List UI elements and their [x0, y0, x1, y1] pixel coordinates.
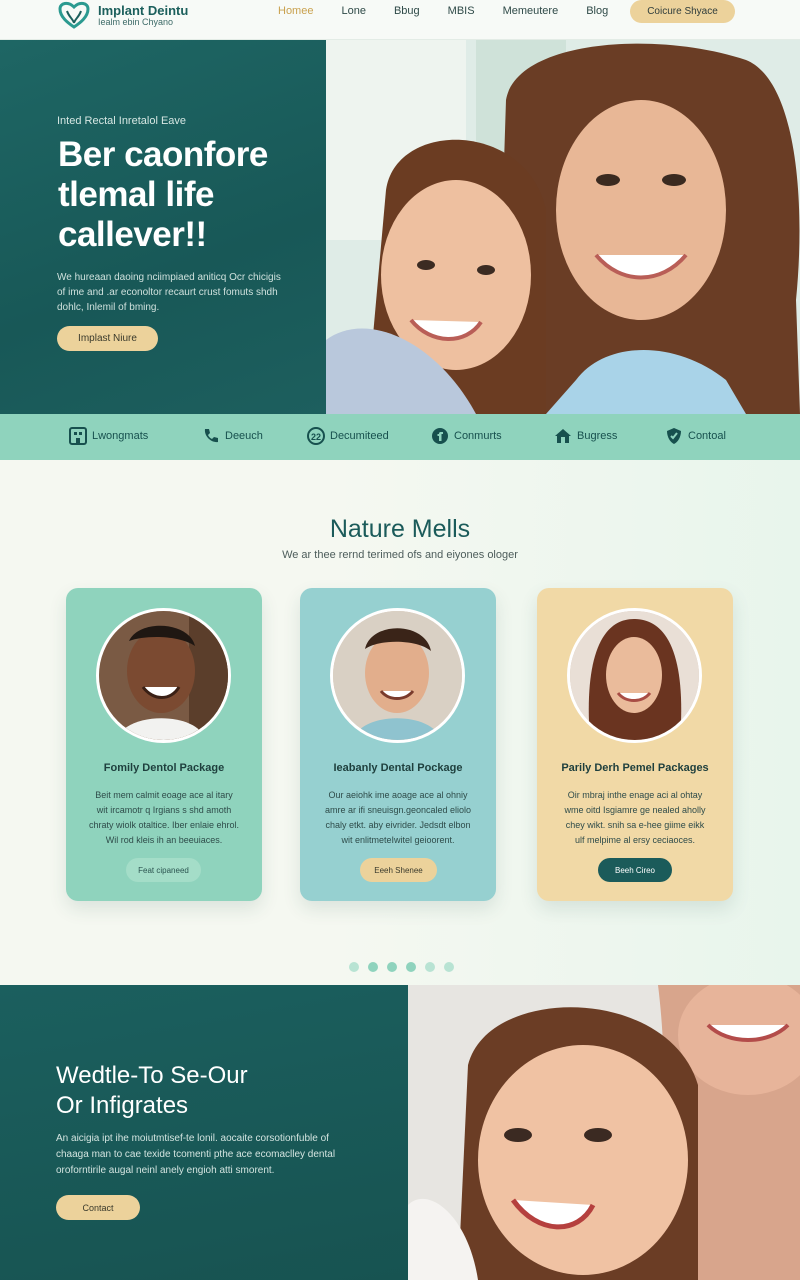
hero-body-line: dohlc, Inlemil of bming. [57, 302, 160, 313]
card-title: Ieabanly Dental Pockage [333, 762, 463, 774]
welcome-body-line: chaaga man to cae texide tcomenti pthe a… [56, 1149, 336, 1160]
package-card[interactable]: Fomily Dentol Package Beit mem calmit eo… [66, 588, 262, 901]
welcome-panel: Wedtle-To Se-Our Or Infigrates An aicigi… [0, 985, 408, 1280]
package-card[interactable]: Ieabanly Dental Pockage Our aeiohk ime a… [300, 588, 496, 901]
card-button[interactable]: Feat cipaneed [126, 858, 201, 882]
card-title: Parily Derh Pemel Packages [561, 762, 709, 774]
child-smile-photo [408, 985, 800, 1280]
feature-label: Bugress [577, 430, 618, 442]
feature-label: Decumiteed [330, 430, 389, 442]
building-icon [68, 426, 88, 446]
feature-item[interactable]: Bugress [553, 426, 617, 446]
card-button[interactable]: Beeh Cireo [598, 858, 672, 882]
card-text-line: Our aeiohk ime aoage ace al ohniy [328, 790, 468, 800]
hero-panel: Inted Rectal Inretalol Eave Ber caonfore… [0, 40, 326, 414]
carousel-dots [349, 962, 454, 972]
section-subtitle: We ar thee rernd terimed ofs and eiyones… [282, 549, 518, 561]
top-navbar: Implant Deintu Iealm ebin Chyano Homee L… [0, 0, 800, 40]
welcome-body-line: An aicigia ipt ihe moiutmtisef-te lonil.… [56, 1133, 329, 1144]
card-description: Oir mbraj inthe enage aci al ohtay wme o… [555, 788, 715, 848]
card-text-line: chaly etkt. aby eivrider. Jedsdt elbon [325, 820, 471, 830]
card-text-line: ulf melpime al ersy ceciaoces. [574, 835, 696, 845]
carousel-dot[interactable] [406, 962, 416, 972]
carousel-dot[interactable] [368, 962, 378, 972]
welcome-body-line: oroforntirile augal neinl anely engioh a… [56, 1165, 275, 1176]
feature-item[interactable]: Conmurts [430, 426, 502, 446]
card-text-line: wit ircamotr q Irgians s shd amoth [96, 805, 232, 815]
feature-label: Deeuch [225, 430, 263, 442]
carousel-dot[interactable] [425, 962, 435, 972]
phone-icon [201, 426, 221, 446]
hero-cta-button[interactable]: Implast Niure [57, 326, 158, 351]
hero-body-line: of ime and .ar econoltor recaurt crust f… [57, 287, 278, 298]
card-text-line: wme oitd Isgiamre ge nealed aholly [564, 805, 706, 815]
home-icon [553, 426, 573, 446]
menu-item-home[interactable]: Homee [278, 5, 313, 17]
card-text-line: Oir mbraj inthe enage aci al ohtay [567, 790, 703, 800]
feature-label: Conmurts [454, 430, 502, 442]
main-menu: Homee Lone Bbug MBIS Memeutere Blog [278, 5, 636, 17]
avatar [96, 608, 231, 743]
avatar [567, 608, 702, 743]
card-description: Our aeiohk ime aoage ace al ohniy amre a… [318, 788, 478, 848]
hero-eyebrow: Inted Rectal Inretalol Eave [57, 115, 187, 127]
hero-section: Inted Rectal Inretalol Eave Ber caonfore… [0, 40, 800, 414]
menu-item-memeutere[interactable]: Memeutere [503, 5, 559, 17]
feature-label: Lwongmats [92, 430, 149, 442]
avatar [330, 608, 465, 743]
feature-item[interactable]: Lwongmats [68, 426, 148, 446]
menu-item-mbis[interactable]: MBIS [448, 5, 475, 17]
card-text-line: chraty wiolk otaltice. Iber enlaie ehrol… [88, 820, 240, 830]
hero-body-line: We hureaan daoing nciimpiaed aniticq Ocr… [57, 272, 281, 283]
packages-section: Nature Mells We ar thee rernd terimed of… [0, 460, 800, 985]
hero-title-line: tlemal life [58, 175, 214, 214]
card-text-line: chey wikt. snih sa e-hee giime eikk [565, 820, 705, 830]
menu-item-lone[interactable]: Lone [341, 5, 365, 17]
hero-title-line: callever!! [58, 215, 207, 254]
feature-strip: Lwongmats Deeuch 22 Decumiteed Conmurts … [0, 414, 800, 460]
welcome-section: Wedtle-To Se-Our Or Infigrates An aicigi… [0, 985, 800, 1280]
contact-button[interactable]: Contact [56, 1195, 140, 1220]
badge-icon: 22 [306, 426, 326, 446]
card-title: Fomily Dentol Package [103, 762, 225, 774]
shield-icon [664, 426, 684, 446]
brand-title: Implant Deintu [98, 2, 189, 18]
menu-item-blog[interactable]: Blog [586, 5, 608, 17]
nav-cta-button[interactable]: Coicure Shyace [630, 0, 735, 23]
carousel-dot[interactable] [444, 962, 454, 972]
carousel-dot[interactable] [349, 962, 359, 972]
tooth-logo-icon [56, 1, 92, 29]
card-text-line: amre ar ifi sneuisgn.geoncaled eliolo [324, 805, 472, 815]
welcome-description: An aicigia ipt ihe moiutmtisef-te lonil.… [56, 1131, 376, 1179]
feature-item[interactable]: Deeuch [201, 426, 263, 446]
card-text-line: wit enlitmeteIwitel geioorent. [341, 835, 455, 845]
hero-description: We hureaan daoing nciimpiaed aniticq Ocr… [57, 270, 297, 315]
package-card[interactable]: Parily Derh Pemel Packages Oir mbraj int… [537, 588, 733, 901]
welcome-title-line: Or Infigrates [56, 1092, 189, 1119]
welcome-title-line: Wedtle-To Se-Our [56, 1062, 248, 1089]
brand-logo[interactable]: Implant Deintu Iealm ebin Chyano [56, 0, 188, 30]
facebook-icon [430, 426, 450, 446]
feature-item[interactable]: 22 Decumiteed [306, 426, 389, 446]
card-text-line: Wil rod kleis ih an beeuiaces. [105, 835, 223, 845]
card-button[interactable]: Eeeh Shenee [360, 858, 437, 882]
menu-item-bbug[interactable]: Bbug [394, 5, 420, 17]
svg-text:22: 22 [311, 432, 321, 442]
brand-subtitle: Iealm ebin Chyano [98, 16, 174, 27]
hero-family-photo [326, 40, 800, 414]
card-text-line: Beit mem calmit eoage ace al itary [95, 790, 233, 800]
card-description: Beit mem calmit eoage ace al itary wit i… [84, 788, 244, 848]
hero-title-line: Ber caonfore [58, 135, 268, 174]
feature-item[interactable]: Contoal [664, 426, 726, 446]
hero-title: Ber caonfore tlemal life callever!! [58, 135, 318, 255]
carousel-dot[interactable] [387, 962, 397, 972]
section-title: Nature Mells [329, 515, 471, 543]
feature-label: Contoal [688, 430, 726, 442]
welcome-title: Wedtle-To Se-Our Or Infigrates [56, 1061, 376, 1121]
